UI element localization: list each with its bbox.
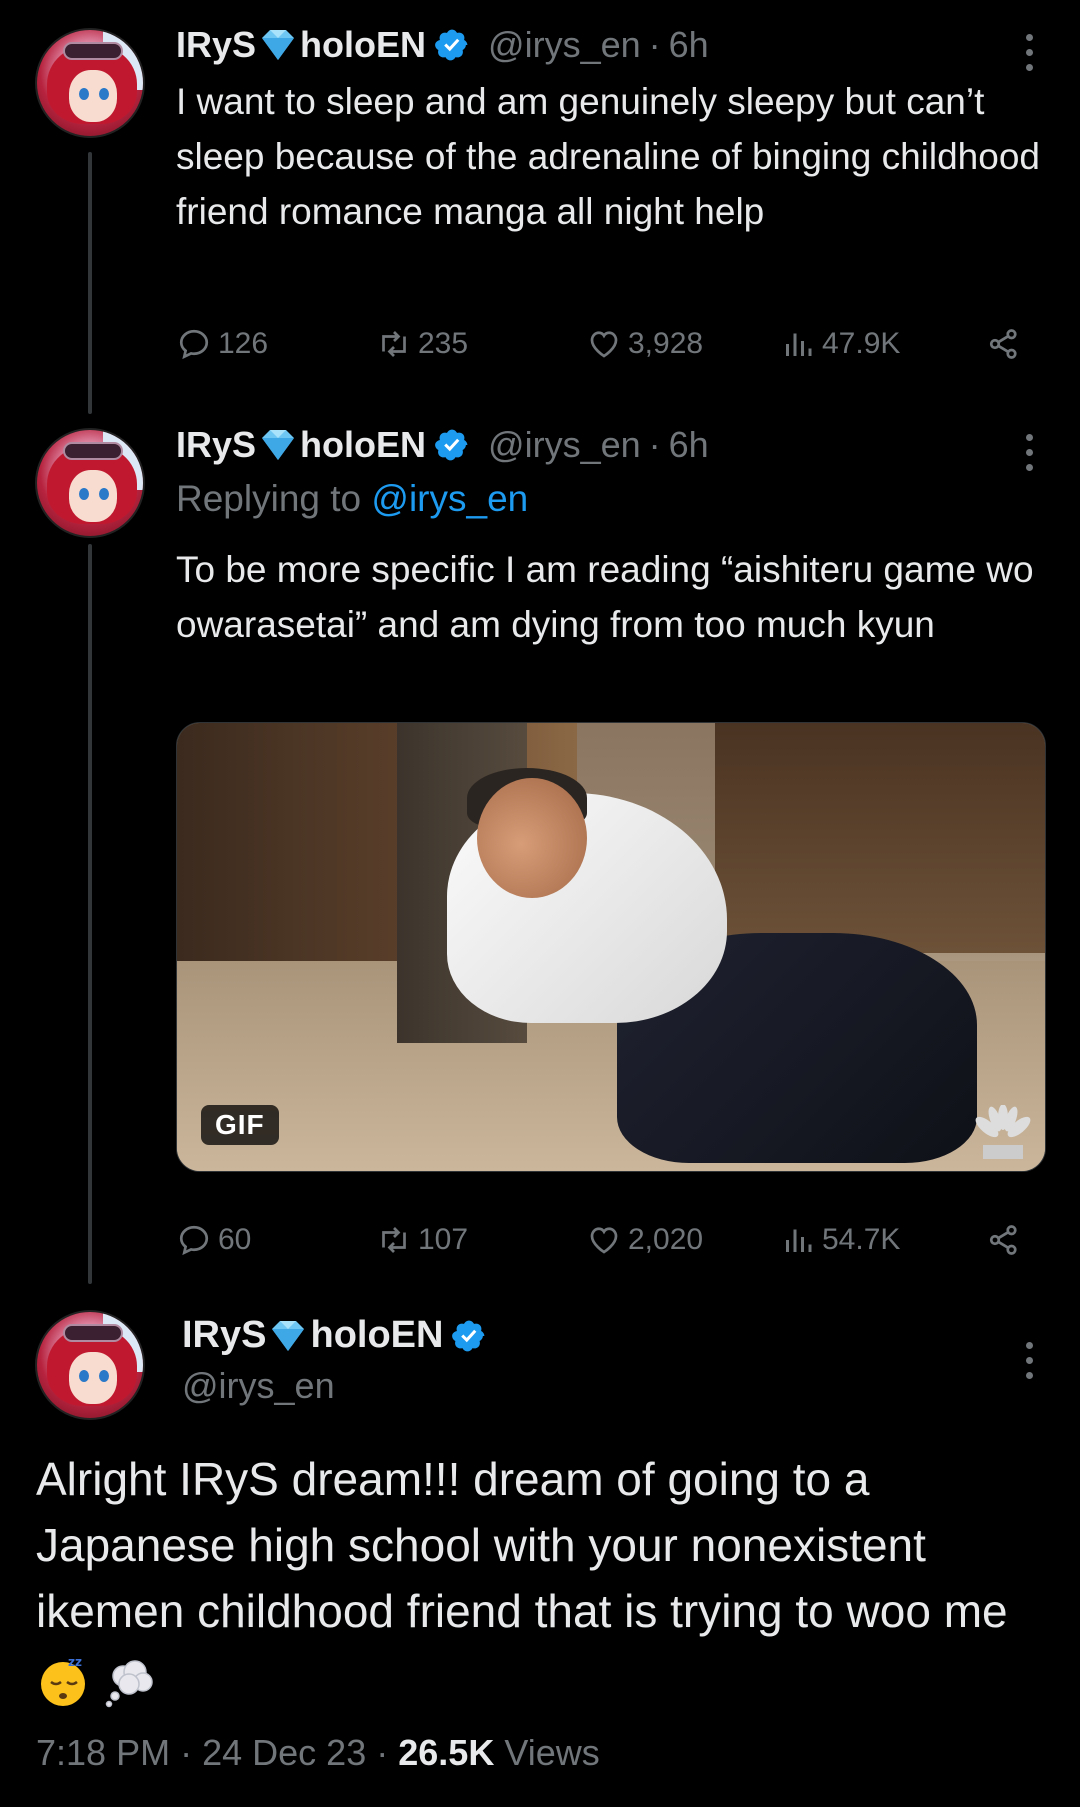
tweet-text: To be more specific I am reading “aishit… [176,549,1034,645]
tweet-meta: 7:18 PM · 24 Dec 23 · 26.5K Views [36,1732,600,1773]
like-button[interactable]: 2,020 [586,1222,703,1258]
nbc-logo-icon [975,1105,1031,1159]
gem-icon [262,30,295,60]
svg-text:zz: zz [68,1655,82,1669]
tweet[interactable]: IRyS holoEN @irys_en · 6h I want to slee… [0,0,1080,400]
avatar[interactable] [35,1310,145,1420]
more-icon[interactable] [1024,34,1034,71]
verified-badge-icon [435,29,468,61]
like-count: 3,928 [628,327,704,360]
tweet-text: I want to sleep and am genuinely sleepy … [176,81,1040,232]
avatar[interactable] [35,28,145,138]
share-button[interactable] [986,1222,1022,1258]
post-time[interactable]: 7:18 PM [36,1732,170,1773]
avatar[interactable] [35,428,145,538]
focused-tweet: IRyS holoEN @irys_en Alright IRyS dream!… [0,1280,1080,1807]
gem-icon [272,1320,305,1351]
handle[interactable]: @irys_en [488,424,641,466]
views-count: 47.9K [822,327,901,360]
display-name[interactable]: IRyS holoEN [182,1314,487,1357]
share-icon [989,1225,1017,1255]
tweet[interactable]: IRyS holoEN @irys_en · 6h Replying to @i… [0,400,1080,1280]
gif-badge: GIF [201,1105,279,1145]
reply-icon [179,1225,209,1256]
views-count: 26.5K [398,1732,495,1773]
repost-count: 107 [418,1223,469,1256]
share-button[interactable] [986,326,1022,362]
verified-badge-icon [435,429,468,461]
like-button[interactable]: 3,928 [586,326,703,362]
display-name[interactable]: IRyS holoEN [176,24,470,66]
action-bar: 60 107 2,020 54.7K [176,1222,1036,1266]
handle[interactable]: @irys_en [182,1365,487,1407]
reply-button[interactable]: 126 [176,326,268,362]
views-icon [786,1229,812,1252]
display-name[interactable]: IRyS holoEN [176,424,470,466]
views-label: Views [504,1732,600,1773]
reply-count: 60 [218,1223,252,1256]
repost-icon [382,331,406,357]
reply-count: 126 [218,327,269,360]
reply-button[interactable]: 60 [176,1222,251,1258]
focused-tweet-text: Alright IRyS dream!!! dream of going to … [36,1446,1046,1710]
verified-badge-icon [452,1320,485,1351]
like-count: 2,020 [628,1223,704,1256]
repost-button[interactable]: 235 [376,326,468,362]
repost-icon [382,1227,406,1253]
views-button[interactable]: 47.9K [780,326,900,362]
post-date[interactable]: 24 Dec 23 [202,1732,366,1773]
action-bar: 126 235 3,928 47.9K [176,326,1036,370]
handle[interactable]: @irys_en [488,24,641,66]
repost-count: 235 [418,327,469,360]
gem-icon [262,430,295,460]
thought-bubble-icon [105,1660,153,1708]
reply-icon [179,329,209,360]
views-icon [786,333,812,356]
separator-dot: · [648,424,661,465]
timestamp[interactable]: 6h [669,24,709,66]
replying-to: Replying to @irys_en [176,478,529,519]
timestamp[interactable]: 6h [669,424,709,466]
heart-icon [590,1227,618,1254]
sleeping-face-icon: zz [41,1655,85,1706]
views-button[interactable]: 54.7K [780,1222,900,1258]
more-icon[interactable] [1024,1342,1034,1379]
views-count: 54.7K [822,1223,901,1256]
separator-dot: · [648,24,661,65]
more-icon[interactable] [1024,434,1034,471]
gif-media[interactable]: GIF [176,722,1046,1172]
share-icon [989,329,1017,359]
heart-icon [590,331,618,358]
repost-button[interactable]: 107 [376,1222,468,1258]
replying-to-link[interactable]: @irys_en [371,478,528,519]
